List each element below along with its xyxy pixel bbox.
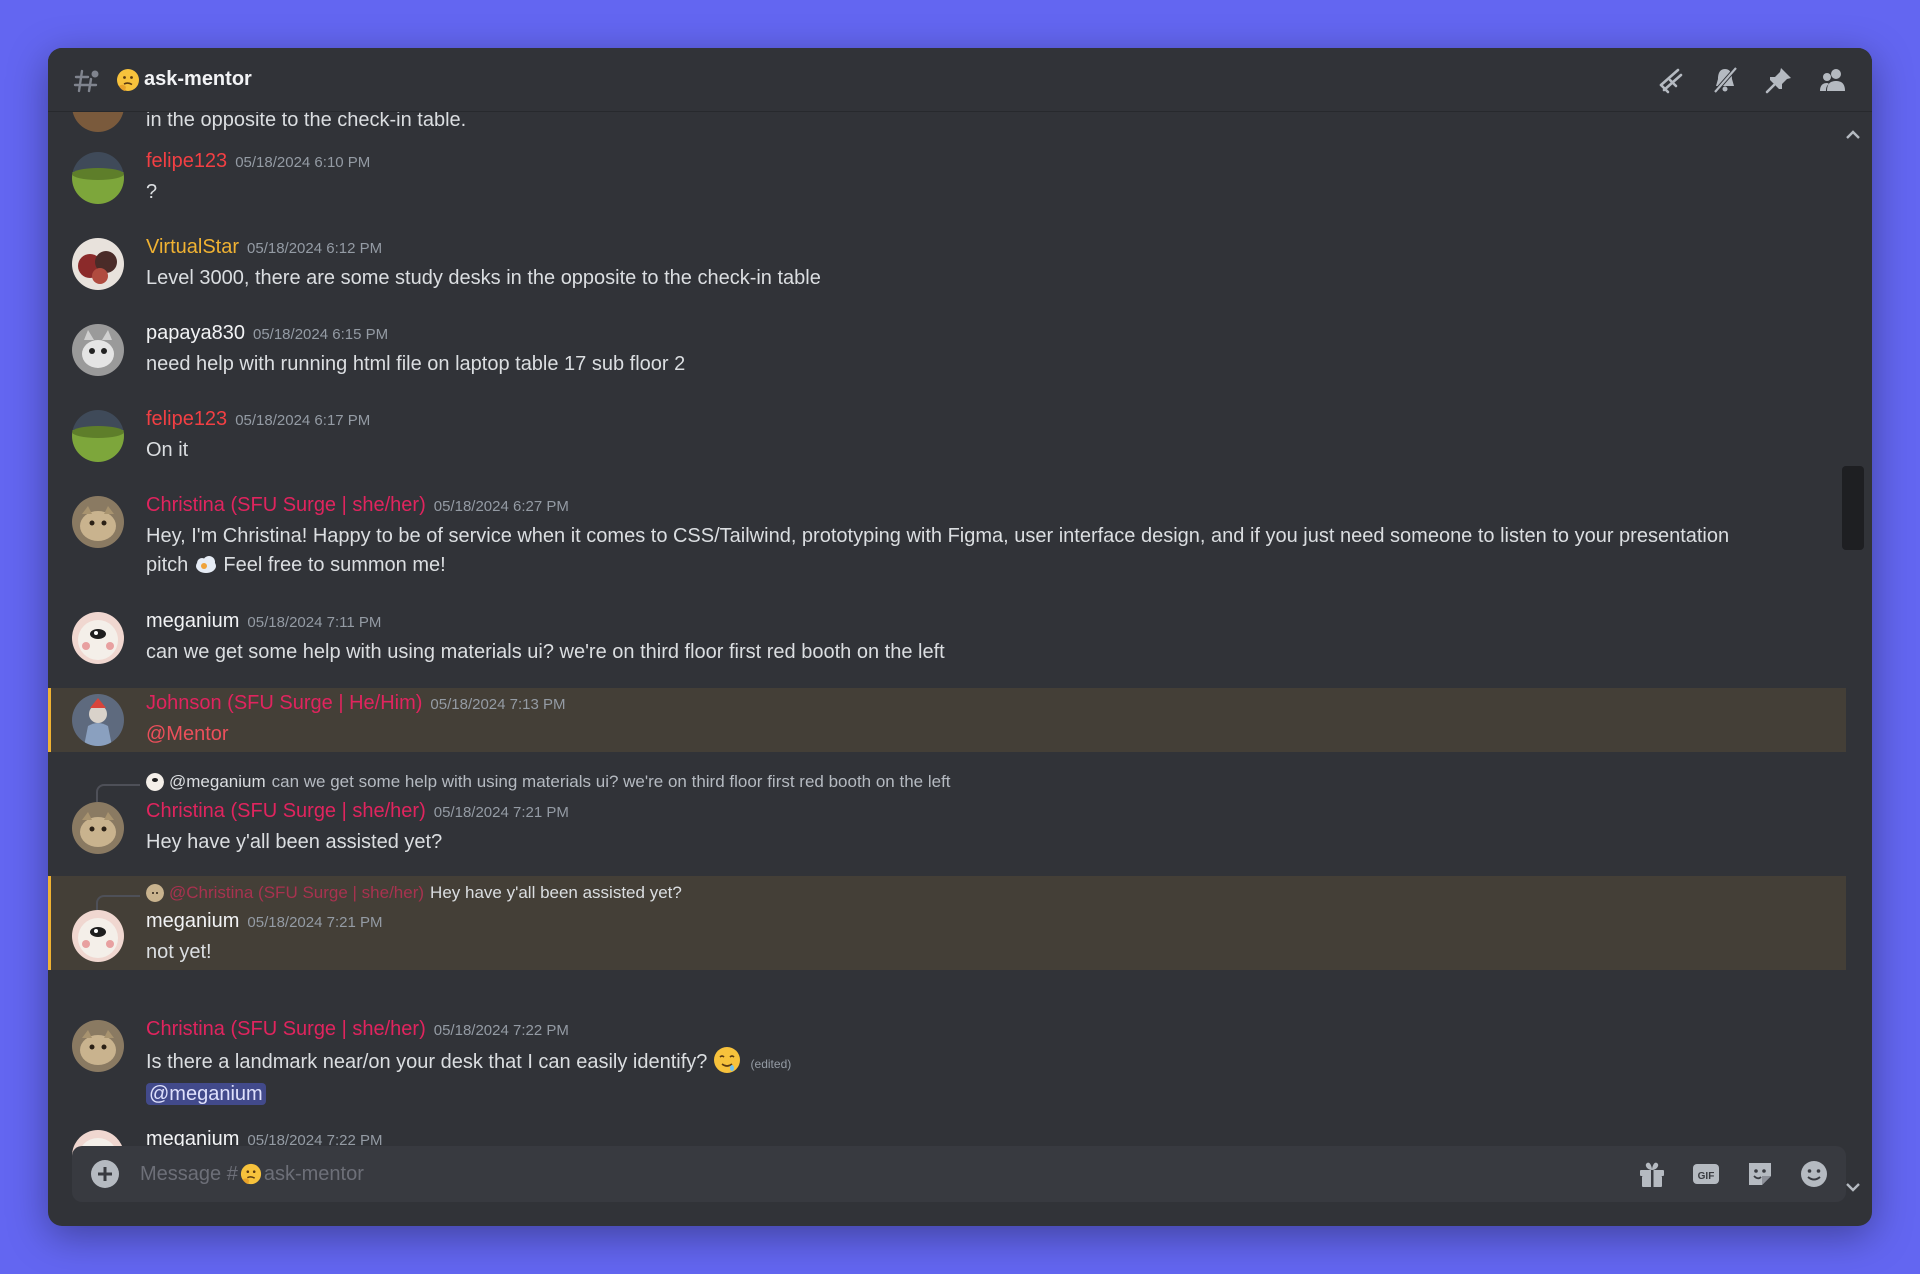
placeholder-channel: ask-mentor xyxy=(263,1162,364,1185)
reply-text: can we get some help with using material… xyxy=(271,772,951,791)
message-author[interactable]: meganium xyxy=(146,910,239,932)
message-item: Christina (SFU Surge | she/her) 05/18/202… xyxy=(48,978,1846,1108)
reply-avatar xyxy=(146,773,164,791)
emoji-icon[interactable] xyxy=(1798,1158,1830,1190)
sticker-icon[interactable] xyxy=(1744,1158,1776,1190)
add-attachment-icon[interactable] xyxy=(88,1157,122,1191)
message-timestamp: 05/18/2024 6:15 PM xyxy=(252,326,389,343)
avatar[interactable] xyxy=(72,802,124,854)
message-timestamp: 05/18/2024 6:12 PM xyxy=(247,240,383,257)
message-timestamp: 05/18/2024 7:21 PM xyxy=(433,804,569,821)
avatar[interactable] xyxy=(72,324,124,376)
message-timestamp: 05/18/2024 6:10 PM xyxy=(235,154,371,171)
reply-spine xyxy=(96,784,140,802)
message-text-line1: Hey, I'm Christina! Happy to be of servi… xyxy=(146,525,1730,547)
threads-channel-icon xyxy=(73,69,99,92)
members-icon[interactable] xyxy=(1818,65,1848,95)
gift-icon[interactable] xyxy=(1636,1158,1668,1190)
message-list[interactable]: in the opposite to the check-in table. f… xyxy=(48,112,1846,1194)
message-author[interactable]: VirtualStar xyxy=(146,236,239,258)
gif-icon[interactable]: GIF xyxy=(1690,1158,1722,1190)
message-item: felipe123 05/18/2024 6:17 PM On it xyxy=(48,394,1846,476)
scrollbar-thumb[interactable] xyxy=(1842,466,1864,550)
threads-icon[interactable] xyxy=(1656,65,1686,95)
message-author[interactable]: felipe123 xyxy=(146,408,227,430)
avatar[interactable] xyxy=(72,238,124,290)
message-text: Hey have y'all been assisted yet? xyxy=(146,831,443,853)
channel-header: ask-mentor xyxy=(48,48,1872,112)
message-text-summon: Feel free to summon me! xyxy=(223,554,446,576)
message-text-pitch: pitch xyxy=(146,554,189,576)
thinking-face-icon xyxy=(117,68,139,91)
discord-window: ask-mentor in the opposite to the check-… xyxy=(48,48,1872,1226)
message-text: Hey, I'm Christina! Happy to be of servi… xyxy=(146,522,1786,580)
message-text: Level 3000, there are some study desks i… xyxy=(146,267,821,289)
message-text: Is there a landmark near/on your desk th… xyxy=(146,1051,708,1073)
message-timestamp: 05/18/2024 6:17 PM xyxy=(235,412,371,429)
message-item: felipe123 05/18/2024 6:10 PM ? xyxy=(48,136,1846,218)
message-timestamp: 05/18/2024 7:13 PM xyxy=(430,696,566,713)
channel-name: ask-mentor xyxy=(144,68,252,90)
message-item-cutoff: in the opposite to the check-in table. xyxy=(48,112,1846,138)
thinking-face-icon xyxy=(240,1163,261,1185)
reply-avatar xyxy=(146,884,164,902)
reply-username: @meganium xyxy=(169,772,266,791)
message-composer[interactable]: Message # ask-mentor GIF xyxy=(72,1146,1846,1202)
avatar[interactable] xyxy=(72,910,124,962)
pin-icon[interactable] xyxy=(1764,65,1794,95)
drooling-face-emoji-icon xyxy=(713,1047,740,1073)
message-text: need help with running html file on lapt… xyxy=(146,353,686,375)
cloud-emoji-icon xyxy=(195,556,216,573)
reply-username: @Christina (SFU Surge | she/her) xyxy=(169,883,425,902)
avatar[interactable] xyxy=(72,496,124,548)
message-author[interactable]: papaya830 xyxy=(146,322,245,344)
edited-label: (edited) xyxy=(750,1057,792,1071)
scrollbar[interactable] xyxy=(1842,120,1864,1194)
reply-text: Hey have y'all been assisted yet? xyxy=(430,883,682,902)
message-text: On it xyxy=(146,439,189,461)
avatar[interactable] xyxy=(72,112,124,132)
message-item-highlighted: Johnson (SFU Surge | He/Him) 05/18/2024 7… xyxy=(48,688,1846,752)
header-toolbar xyxy=(1656,65,1848,95)
role-mention[interactable]: @Mentor xyxy=(146,723,229,745)
message-author[interactable]: Johnson (SFU Surge | He/Him) xyxy=(146,692,422,714)
notification-muted-icon[interactable] xyxy=(1710,65,1740,95)
message-author[interactable]: meganium xyxy=(146,610,239,632)
avatar[interactable] xyxy=(72,612,124,664)
reply-preview[interactable]: @meganium can we get some help with usin… xyxy=(96,772,951,802)
avatar[interactable] xyxy=(72,1020,124,1072)
message-timestamp: 05/18/2024 7:21 PM xyxy=(247,914,383,931)
message-timestamp: 05/18/2024 6:27 PM xyxy=(433,498,569,515)
user-mention[interactable]: @meganium xyxy=(146,1083,266,1105)
scroll-up-arrow-icon[interactable] xyxy=(1844,128,1862,142)
message-timestamp: 05/18/2024 7:22 PM xyxy=(433,1022,569,1039)
avatar[interactable] xyxy=(72,152,124,204)
placeholder-prefix: Message # xyxy=(140,1162,238,1185)
message-author[interactable]: Christina (SFU Surge | she/her) xyxy=(146,494,426,516)
reply-preview[interactable]: @Christina (SFU Surge | she/her) Hey hav… xyxy=(96,883,682,913)
message-author[interactable]: Christina (SFU Surge | she/her) xyxy=(146,800,426,822)
message-input[interactable]: Message # ask-mentor xyxy=(140,1163,364,1186)
message-author[interactable]: felipe123 xyxy=(146,150,227,172)
svg-text:GIF: GIF xyxy=(1698,1171,1715,1182)
message-item: Christina (SFU Surge | she/her) 05/18/202… xyxy=(48,480,1846,592)
message-item-reply: @meganium can we get some help with usin… xyxy=(48,772,1846,874)
message-text: ? xyxy=(146,181,158,203)
avatar[interactable] xyxy=(72,694,124,746)
message-author[interactable]: Christina (SFU Surge | she/her) xyxy=(146,1018,426,1040)
message-item: VirtualStar 05/18/2024 6:12 PM Level 3000… xyxy=(48,222,1846,304)
message-text: in the opposite to the check-in table. xyxy=(146,112,467,131)
message-item-reply-highlighted: @Christina (SFU Surge | she/her) Hey hav… xyxy=(48,876,1846,970)
message-item: papaya830 05/18/2024 6:15 PM need help wi… xyxy=(48,308,1846,390)
composer-toolbar: GIF xyxy=(1636,1158,1830,1190)
avatar[interactable] xyxy=(72,410,124,462)
message-item: meganium 05/18/2024 7:11 PM can we get so… xyxy=(48,596,1846,678)
message-text: can we get some help with using material… xyxy=(146,641,945,663)
message-text: not yet! xyxy=(146,941,212,963)
scroll-down-arrow-icon[interactable] xyxy=(1844,1180,1862,1194)
message-timestamp: 05/18/2024 7:11 PM xyxy=(247,614,382,631)
